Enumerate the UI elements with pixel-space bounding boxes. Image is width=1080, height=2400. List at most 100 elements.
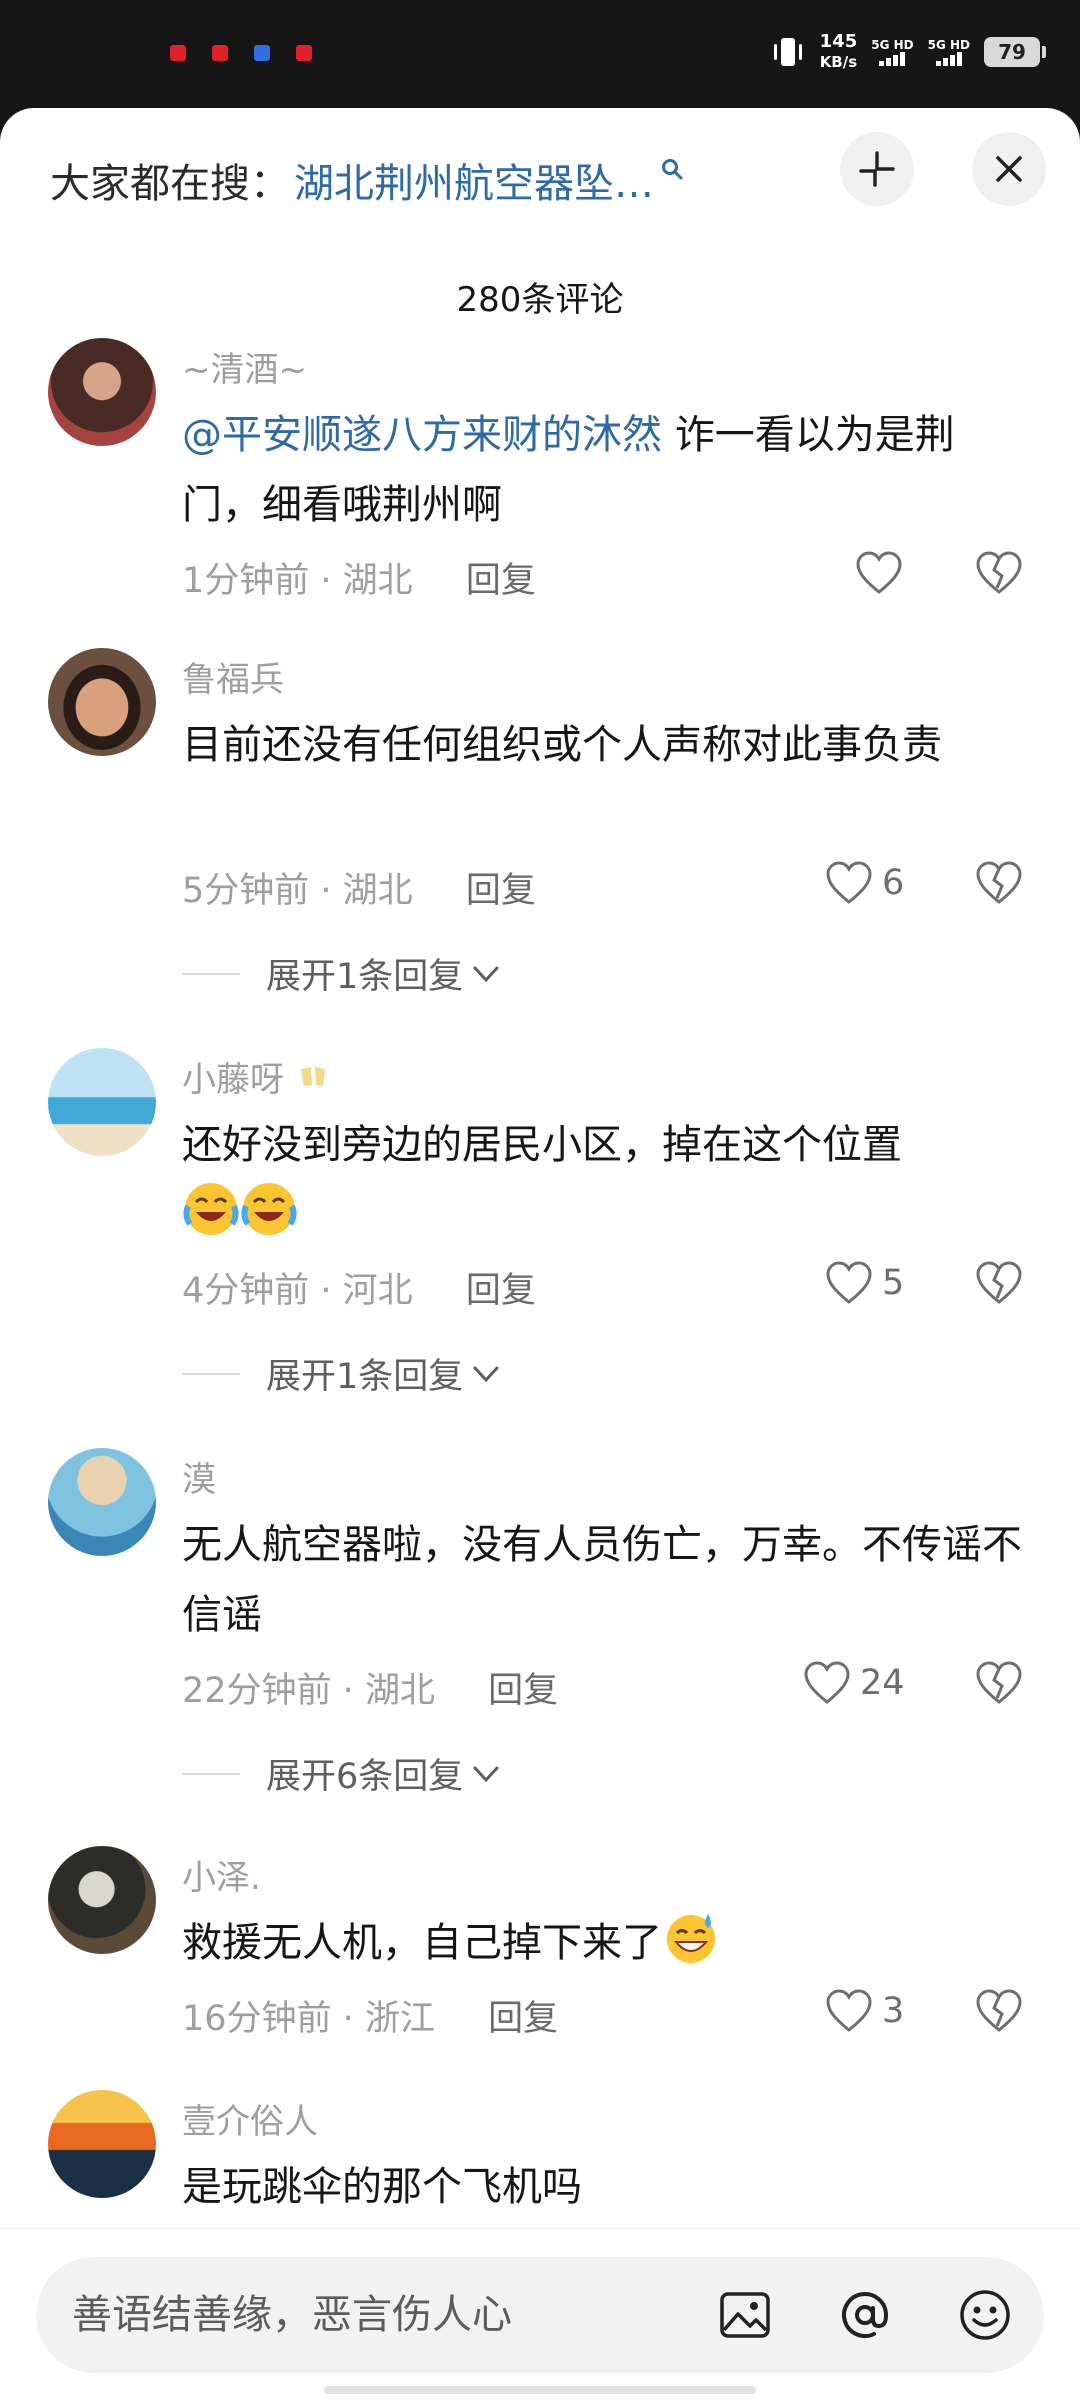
broken-heart-icon[interactable] xyxy=(974,1260,1024,1306)
sweat-smile-emoji xyxy=(667,1914,715,1963)
reply-button[interactable]: 回复 xyxy=(466,561,536,601)
signal-2-label: 5G HD xyxy=(927,38,970,52)
heart-icon xyxy=(826,1989,872,2032)
expand-label: 展开1条回复 xyxy=(266,957,464,997)
trending-search[interactable]: 大家都在搜： 湖北荆州航空器坠… xyxy=(50,146,684,214)
heart-icon xyxy=(826,861,872,904)
home-indicator[interactable] xyxy=(324,2386,756,2394)
chevron-down-icon xyxy=(473,1766,499,1782)
avatar[interactable] xyxy=(48,1846,156,1954)
comment-username[interactable]: ~清酒~ xyxy=(182,342,307,391)
broken-heart-icon[interactable] xyxy=(974,860,1024,906)
like-count: 3 xyxy=(882,1991,905,2031)
like-button[interactable]: 24 xyxy=(802,1660,905,1706)
comment-body: 还好没到旁边的居民小区，掉在这个位置 xyxy=(182,1122,902,1168)
signal-icon xyxy=(879,52,906,66)
expand-divider xyxy=(182,1372,240,1375)
comment-username[interactable]: 漠 xyxy=(182,1452,216,1501)
expand-label: 展开6条回复 xyxy=(266,1757,464,1797)
signal-1-label: 5G HD xyxy=(871,38,914,52)
comment-text: 还好没到旁边的居民小区，掉在这个位置 xyxy=(182,1110,1022,1250)
comment-text: 是玩跳伞的那个飞机吗 xyxy=(182,2164,582,2210)
reply-button[interactable]: 回复 xyxy=(488,1671,558,1711)
comment-time: 4分钟前 xyxy=(182,1271,310,1311)
broken-heart-icon[interactable] xyxy=(974,550,1024,596)
comment-input-bar xyxy=(0,2228,1080,2400)
comment-username[interactable]: 小泽. xyxy=(182,1850,261,1899)
like-button[interactable]: 5 xyxy=(824,1260,904,1306)
comment-location: 湖北 xyxy=(342,561,413,601)
notification-dot-3 xyxy=(254,45,270,61)
expand-replies[interactable]: 展开6条回复 xyxy=(182,1748,503,1799)
comment-location: 浙江 xyxy=(364,1999,435,2039)
broken-heart-icon[interactable] xyxy=(974,1660,1024,1706)
comment-location: 湖北 xyxy=(342,871,413,911)
trending-search-prefix: 大家都在搜： xyxy=(50,161,290,207)
trending-search-term[interactable]: 湖北荆州航空器坠… xyxy=(294,151,654,209)
collapse-icon xyxy=(859,151,895,187)
comment-count: 280条评论 xyxy=(456,280,624,320)
avatar[interactable] xyxy=(48,648,156,756)
comment-meta: 1分钟前 · 湖北 回复 xyxy=(182,561,536,601)
search-icon xyxy=(662,159,683,180)
crying-laughing-emoji xyxy=(183,1183,239,1235)
comment-location: 河北 xyxy=(342,1271,413,1311)
like-button[interactable]: 6 xyxy=(824,860,904,906)
reply-button[interactable]: 回复 xyxy=(466,1271,536,1311)
comment-text: @平安顺遂八方来财的沐然 诈一看以为是荆门，细看哦荆州啊 xyxy=(182,400,1022,540)
comment-meta: 4分钟前 · 河北 回复 xyxy=(182,1271,536,1311)
expand-replies[interactable]: 展开1条回复 xyxy=(182,1348,503,1399)
network-speed: 145 KB/s xyxy=(820,32,858,72)
heart-icon xyxy=(856,551,902,594)
battery-level: 79 xyxy=(998,40,1026,64)
comment-username[interactable]: 小藤呀 xyxy=(182,1052,333,1101)
vibrate-icon xyxy=(773,38,802,66)
avatar[interactable] xyxy=(48,1048,156,1156)
image-icon[interactable] xyxy=(716,2286,774,2344)
battery-icon: 79 xyxy=(984,37,1046,67)
like-count: 6 xyxy=(882,863,905,903)
like-button[interactable]: 3 xyxy=(824,1988,904,2034)
expand-label: 展开1条回复 xyxy=(266,1357,464,1397)
expand-replies[interactable]: 展开1条回复 xyxy=(182,948,503,999)
status-icons: 145 KB/s 5G HD 5G HD 79 xyxy=(770,32,1046,72)
comment-time: 22分钟前 xyxy=(182,1671,332,1711)
mention-link[interactable]: @平安顺遂八方来财的沐然 xyxy=(182,412,662,458)
cheers-icon xyxy=(300,1067,325,1086)
comment-username[interactable]: 壹介俗人 xyxy=(182,2094,318,2143)
comment-meta: 5分钟前 · 湖北 回复 xyxy=(182,871,536,911)
close-icon xyxy=(996,156,1022,182)
like-count: 5 xyxy=(882,1263,905,1303)
like-button[interactable] xyxy=(854,550,912,596)
notification-dot-1 xyxy=(170,45,186,61)
chevron-down-icon xyxy=(473,1366,499,1382)
heart-icon xyxy=(804,1661,850,1704)
comment-time: 16分钟前 xyxy=(182,1999,332,2039)
expand-divider xyxy=(182,1772,240,1775)
comment-time: 5分钟前 xyxy=(182,871,310,911)
reply-button[interactable]: 回复 xyxy=(488,1999,558,2039)
avatar[interactable] xyxy=(48,2090,156,2198)
collapse-button[interactable] xyxy=(840,132,914,206)
at-icon[interactable] xyxy=(836,2286,894,2344)
signal-2: 5G HD xyxy=(928,38,970,66)
avatar[interactable] xyxy=(48,338,156,446)
emoji-icon[interactable] xyxy=(956,2286,1014,2344)
like-count: 24 xyxy=(860,1663,905,1703)
comment-username-text: 小藤呀 xyxy=(182,1060,284,1100)
comment-text: 目前还没有任何组织或个人声称对此事负责 xyxy=(182,722,942,768)
status-bar: 145 KB/s 5G HD 5G HD 79 xyxy=(0,0,1080,110)
comment-input-container[interactable] xyxy=(36,2257,1044,2373)
avatar[interactable] xyxy=(48,1448,156,1556)
comment-input[interactable] xyxy=(72,2257,692,2373)
reply-button[interactable]: 回复 xyxy=(466,871,536,911)
expand-divider xyxy=(182,972,240,975)
comment-body: 救援无人机，自己掉下来了 xyxy=(182,1920,662,1966)
close-button[interactable] xyxy=(972,132,1046,206)
comment-meta: 22分钟前 · 湖北 回复 xyxy=(182,1671,559,1711)
comment-location: 湖北 xyxy=(364,1671,435,1711)
comment-username[interactable]: 鲁福兵 xyxy=(182,652,284,701)
comment-time: 1分钟前 xyxy=(182,561,310,601)
broken-heart-icon[interactable] xyxy=(974,1988,1024,2034)
chevron-down-icon xyxy=(473,966,499,982)
